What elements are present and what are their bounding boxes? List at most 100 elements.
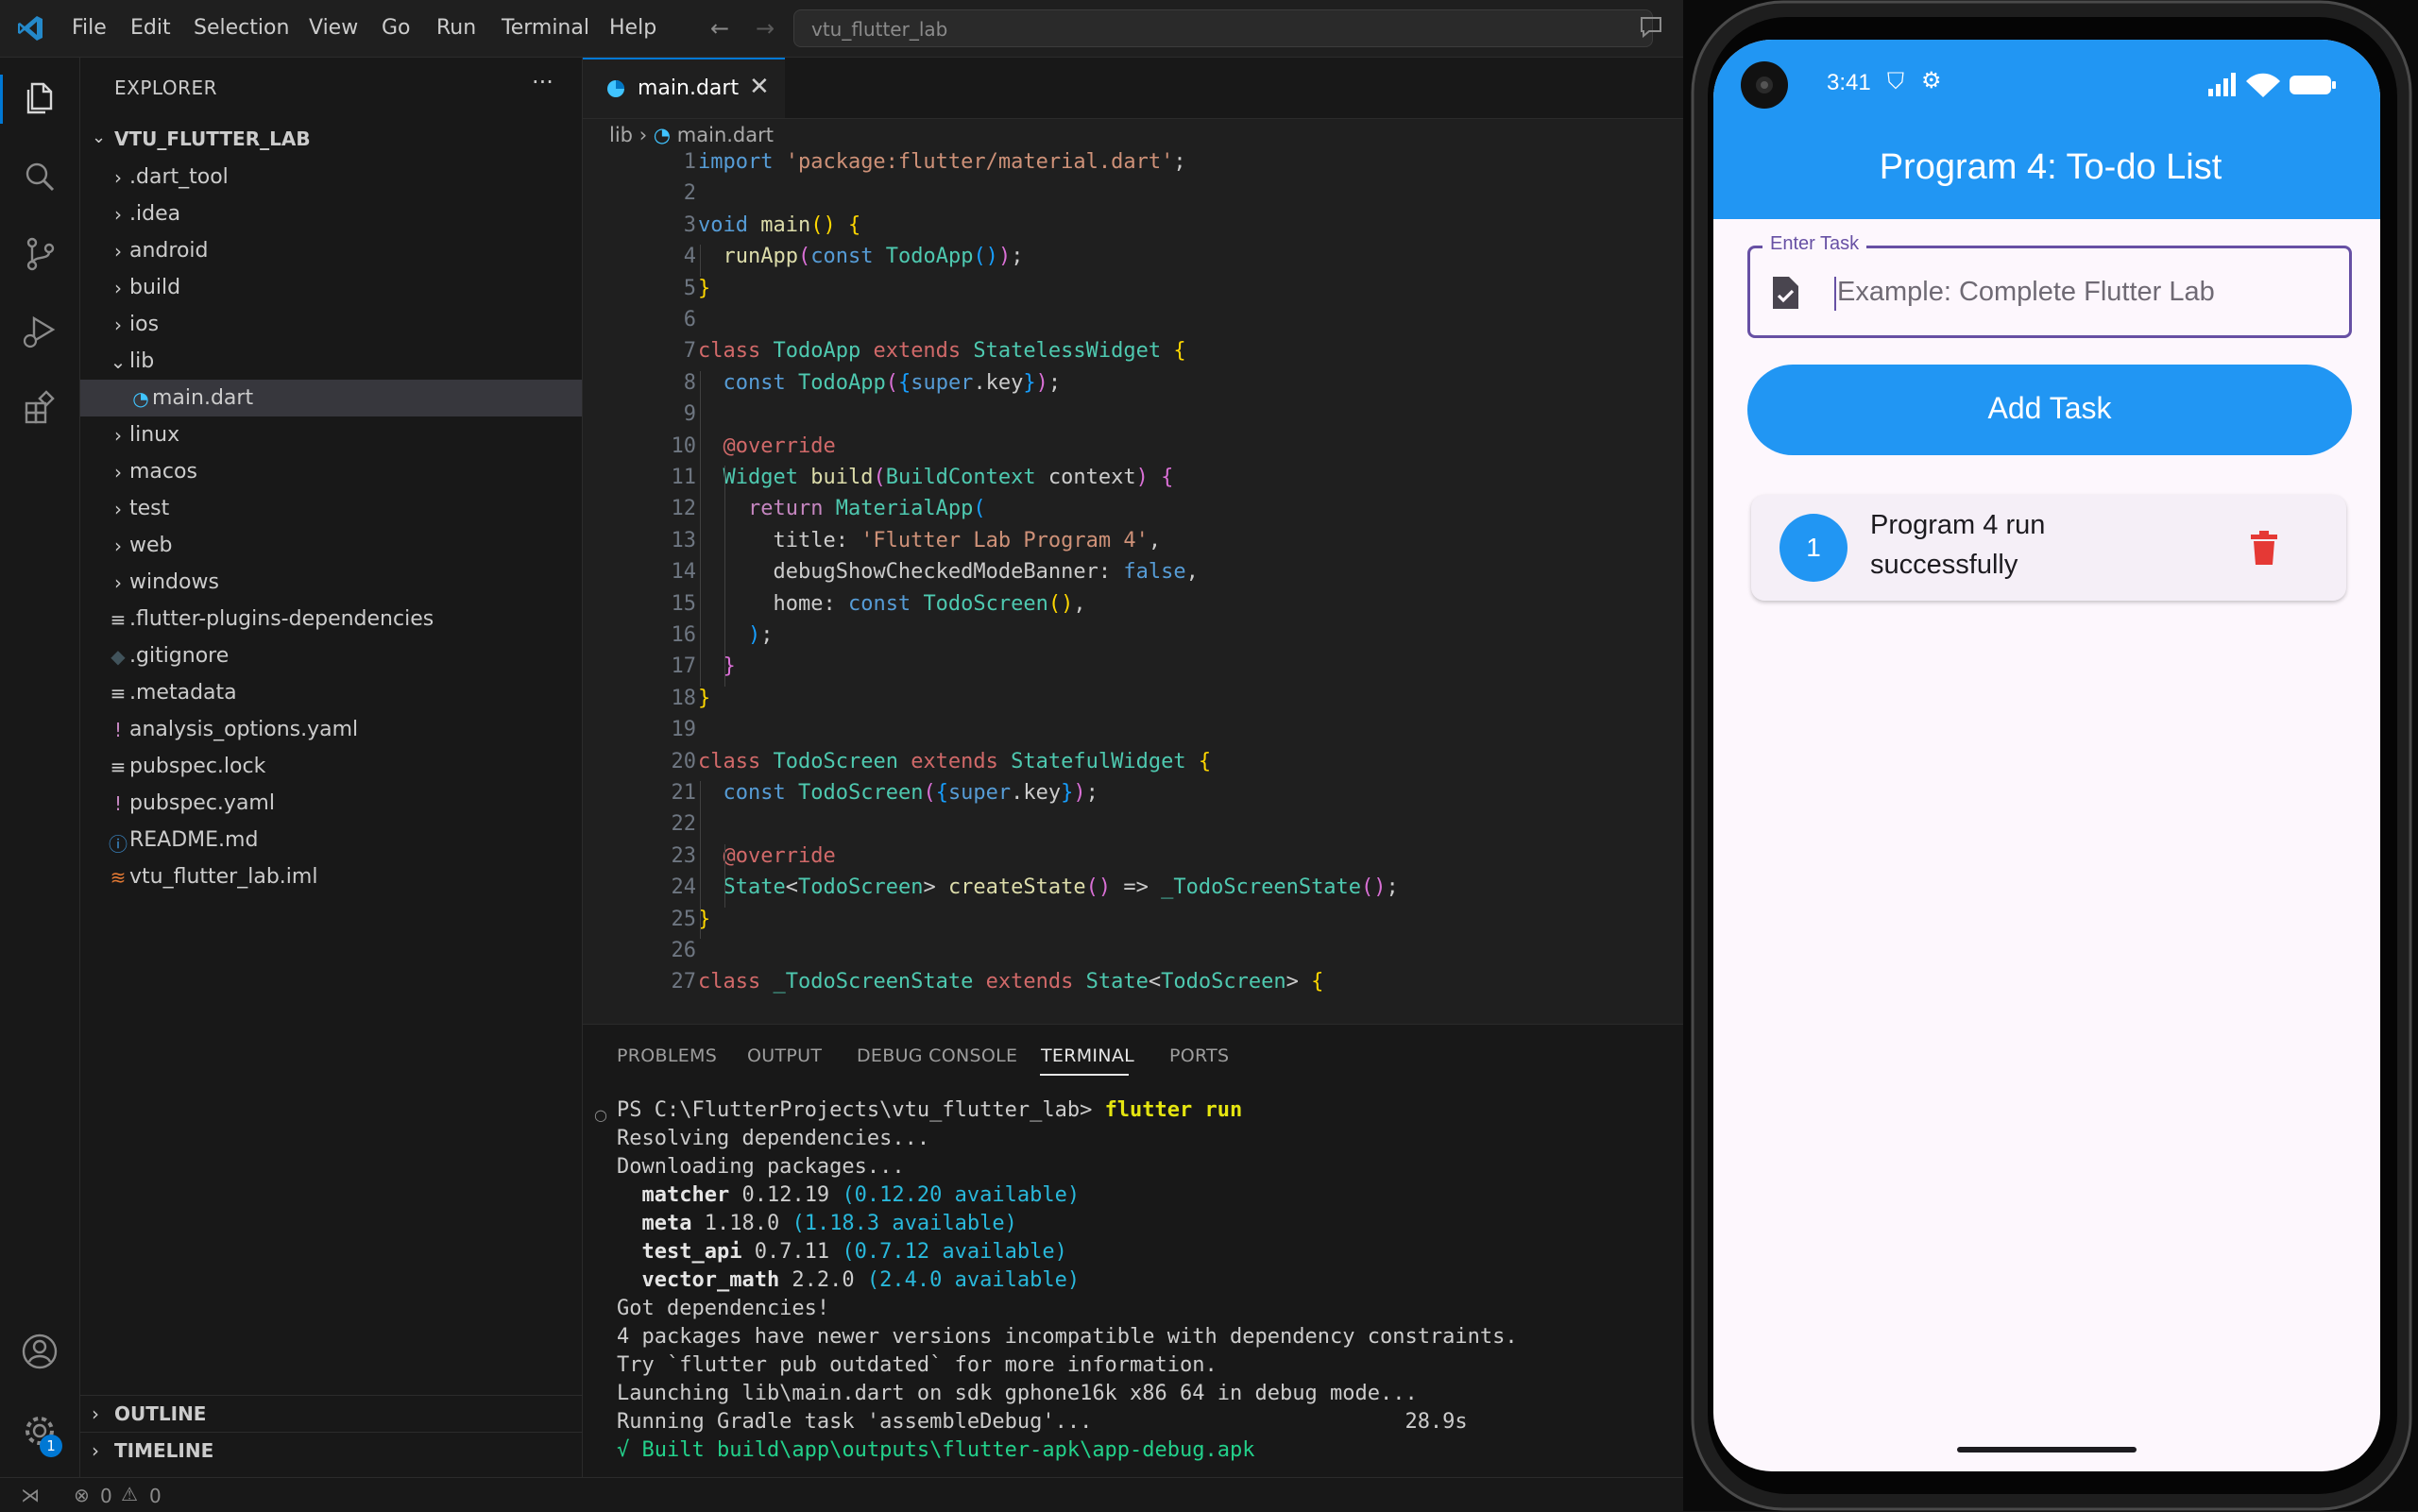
tree-item-flutter-plugins-dependencies[interactable]: ≡ .flutter-plugins-dependencies [80,601,582,637]
tree-item-pubspec-yaml[interactable]: ! pubspec.yaml [80,785,582,822]
code-token: ( [797,245,811,269]
source-control-icon[interactable] [19,233,60,275]
extensions-icon[interactable] [19,388,60,430]
tree-item-metadata[interactable]: ≡ .metadata [80,674,582,711]
terminal-line: Got dependencies! [617,1297,829,1320]
app-bar-title: Program 4: To-do List [1879,147,2222,187]
outline-section[interactable]: › OUTLINE [80,1395,582,1432]
tab-output[interactable]: OUTPUT [747,1045,822,1066]
warnings-icon[interactable]: ⚠ [121,1483,138,1505]
tree-item-macos[interactable]: › macos [80,453,582,490]
tree-item-build[interactable]: › build [80,269,582,306]
terminal-text: test_api [617,1240,742,1264]
command-center[interactable]: vtu_flutter_lab [793,9,1653,47]
menu-view[interactable]: View [309,16,358,40]
tree-item-pubspec-lock[interactable]: ≡ pubspec.lock [80,748,582,785]
tree-item-label: web [129,534,173,557]
tree-item-ios[interactable]: › ios [80,306,582,343]
remote-icon[interactable]: ⋊ [21,1484,40,1506]
line-number: 13 [671,528,697,552]
terminal-line: √ Built build\app\outputs\flutter-apk\ap… [617,1438,1255,1462]
tree-item-android[interactable]: › android [80,232,582,269]
tree-item-gitignore[interactable]: ◆ .gitignore [80,637,582,674]
forward-arrow-icon[interactable]: → [756,15,775,42]
tree-item-idea[interactable]: › .idea [80,195,582,232]
account-icon[interactable] [19,1331,60,1372]
tab-terminal[interactable]: TERMINAL [1041,1045,1134,1066]
file-lines-icon: ≡ [110,682,127,705]
code-token: import [698,150,786,174]
tree-item-dart-tool[interactable]: › .dart_tool [80,159,582,195]
tree-item-linux[interactable]: › linux [80,416,582,453]
code-line: import 'package:flutter/material.dart'; [698,150,1199,174]
indent-guide [700,245,701,277]
menu-selection[interactable]: Selection [194,16,289,40]
chat-icon[interactable] [1638,13,1664,40]
tree-item-vtu-flutter-lab-iml[interactable]: ≋ vtu_flutter_lab.iml [80,858,582,895]
breadcrumb-file[interactable]: main.dart [677,124,774,146]
code-line: } [698,687,710,710]
tree-item-label: test [129,497,170,520]
terminal-text: 4 packages have newer versions incompati… [617,1325,1518,1349]
tab-main-dart[interactable]: main.dart ✕ [583,58,785,118]
code-token: > [923,875,948,900]
tab-problems[interactable]: PROBLEMS [617,1045,717,1066]
terminal-text: flutter run [1104,1098,1243,1122]
line-number: 14 [671,560,697,585]
code-token: ; [1386,875,1399,900]
menu-help[interactable]: Help [609,16,656,40]
back-arrow-icon[interactable]: ← [710,15,729,42]
tree-item-web[interactable]: › web [80,527,582,564]
tab-debug-console[interactable]: DEBUG CONSOLE [857,1045,1017,1066]
run-debug-icon[interactable] [19,311,60,352]
breadcrumb-lib[interactable]: lib [609,124,633,146]
tree-item-label: .flutter-plugins-dependencies [129,607,434,631]
menu-run[interactable]: Run [436,16,476,40]
terminal-text: (1.18.3 available) [792,1212,1017,1235]
terminal-line: test_api 0.7.11 (0.7.12 available) [617,1240,1066,1264]
code-token: ; [760,623,774,647]
tree-item-windows[interactable]: › windows [80,564,582,601]
add-task-button[interactable]: Add Task [1747,365,2352,455]
signal-icon [2208,73,2236,96]
tree-item-main-dart[interactable]: ◔ main.dart [80,380,582,416]
more-actions-icon[interactable]: ··· [532,69,553,95]
terminal-text: 0.7.11 [741,1240,843,1264]
line-number: 8 [683,370,696,395]
chevron-right-icon: › [114,461,122,484]
errors-count: 0 [100,1485,112,1507]
menu-go[interactable]: Go [382,16,411,40]
line-number: 7 [683,339,696,364]
timeline-section[interactable]: › TIMELINE [80,1432,582,1469]
tree-item-analysis-options-yaml[interactable]: ! analysis_options.yaml [80,711,582,748]
menu-file[interactable]: File [72,16,107,40]
code-token: ( [885,370,898,395]
code-token: const [847,591,924,616]
code-token: () [1085,875,1112,900]
errors-icon[interactable]: ⊗ [74,1484,90,1506]
tree-item-readme-md[interactable]: ⓘ README.md [80,822,582,858]
tab-ports[interactable]: PORTS [1169,1045,1229,1066]
delete-trash-icon[interactable] [2250,531,2278,565]
code-token: 'package:flutter/material.dart' [785,150,1174,174]
tree-item-test[interactable]: › test [80,490,582,527]
bottom-panel: PROBLEMS OUTPUT DEBUG CONSOLE TERMINAL P… [583,1024,1700,1478]
tree-item-label: .metadata [129,681,237,705]
file-tree: › .dart_tool › .idea › android › build › ios ⌄ lib ◔… [80,159,582,895]
workspace-root[interactable]: ⌄ VTU_FLUTTER_LAB [80,122,582,156]
code-token: const [810,245,886,269]
chevron-right-icon: › [114,203,122,226]
close-icon[interactable]: ✕ [749,73,770,101]
terminal-line: vector_math 2.2.0 (2.4.0 available) [617,1268,1080,1292]
tree-item-label: pubspec.yaml [129,791,275,815]
explorer-icon[interactable] [19,76,60,118]
menu-edit[interactable]: Edit [130,16,171,40]
search-icon[interactable] [19,156,60,197]
tree-item-lib[interactable]: ⌄ lib [80,343,582,380]
camera-icon [1741,61,1788,109]
menu-terminal[interactable]: Terminal [502,16,589,40]
task-input-field[interactable]: Example: Complete Flutter Lab [1747,246,2352,338]
code-view[interactable]: 1 import 'package:flutter/material.dart';… [583,150,1700,1022]
terminal-text: (0.12.20 available) [842,1183,1081,1207]
